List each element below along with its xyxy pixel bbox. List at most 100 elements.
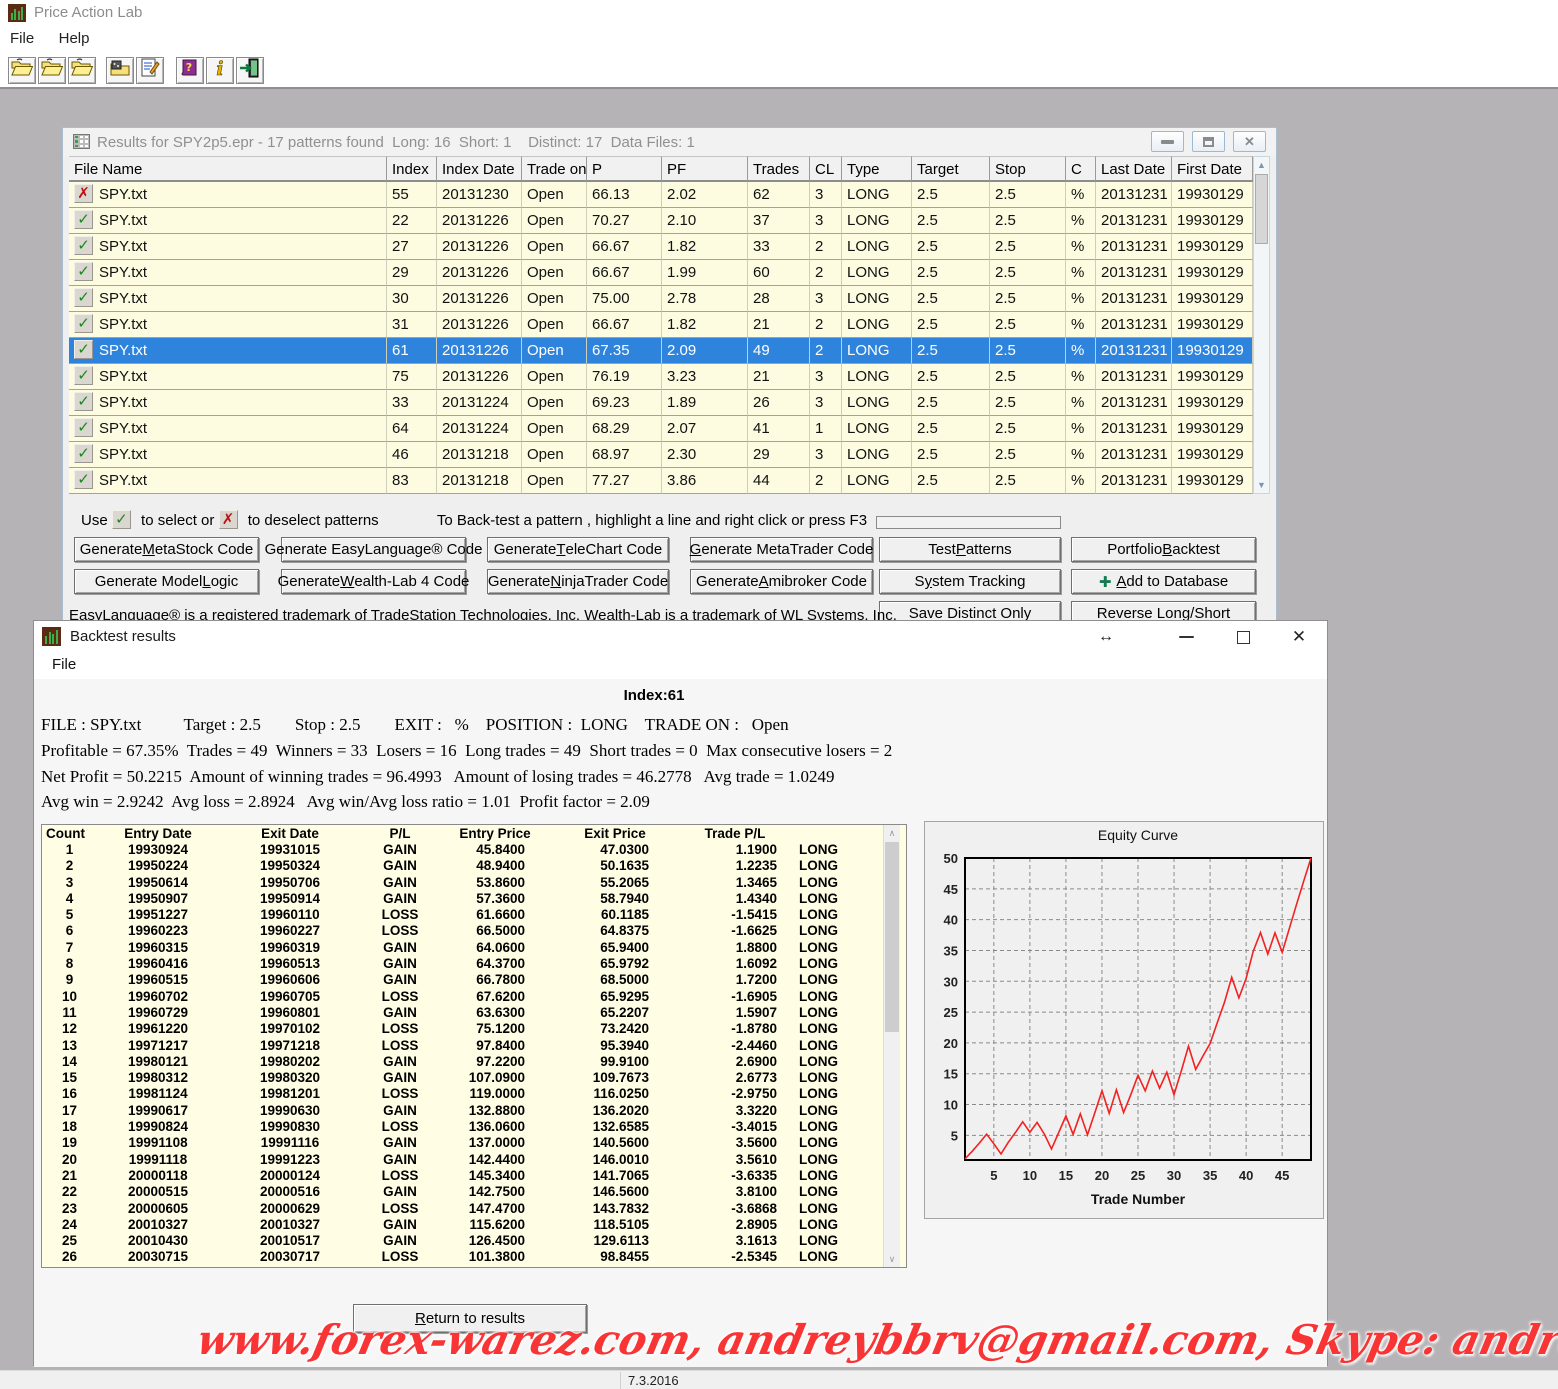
check-icon[interactable]: ✓ bbox=[74, 288, 93, 307]
scroll-down-icon[interactable]: ∨ bbox=[884, 1251, 900, 1267]
trade-row[interactable]: 272003080820030822GAIN103.4100106.62103.… bbox=[42, 1266, 906, 1268]
trade-row[interactable]: 161998112419981201LOSS119.0000116.0250-2… bbox=[42, 1086, 906, 1102]
generate-model-logic-button[interactable]: Generate Model Logic bbox=[74, 569, 259, 594]
backtest-close-button[interactable]: ✕ bbox=[1277, 625, 1321, 649]
toolbar-exit-button[interactable] bbox=[236, 57, 264, 84]
trade-row[interactable]: 141998012119980202GAIN97.220099.91002.69… bbox=[42, 1054, 906, 1070]
check-icon[interactable]: ✓ bbox=[74, 418, 93, 437]
generate-metatrader-code-button[interactable]: Generate MetaTrader Code bbox=[690, 537, 873, 562]
trade-cell: GAIN bbox=[361, 972, 439, 988]
trade-row[interactable]: 151998031219980320GAIN107.0900109.76732.… bbox=[42, 1070, 906, 1086]
table-row[interactable]: ✓SPY.txt2920131226Open66.671.99602LONG2.… bbox=[69, 260, 1270, 286]
table-row[interactable]: ✓SPY.txt8320131218Open77.273.86442LONG2.… bbox=[69, 468, 1270, 494]
results-minimize-button[interactable] bbox=[1151, 131, 1184, 152]
trade-row[interactable]: 252001043020010517GAIN126.4500129.61133.… bbox=[42, 1233, 906, 1249]
trade-row[interactable]: 181999082419990830LOSS136.0600132.6585-3… bbox=[42, 1119, 906, 1135]
generate-easylanguage-code-button[interactable]: Generate EasyLanguage® Code bbox=[281, 537, 466, 562]
check-icon[interactable]: ✓ bbox=[74, 470, 93, 489]
trade-cell: LONG bbox=[791, 1070, 891, 1086]
trade-row[interactable]: 81996041619960513GAIN64.370065.97921.609… bbox=[42, 956, 906, 972]
system-tracking-button[interactable]: System Tracking bbox=[879, 569, 1061, 594]
scrollbar-thumb[interactable] bbox=[1255, 174, 1268, 244]
table-row[interactable]: ✓SPY.txt2220131226Open70.272.10373LONG2.… bbox=[69, 208, 1270, 234]
backtest-titlebar[interactable]: Backtest results ↔ ✕ bbox=[34, 621, 1327, 651]
toolbar-open-file-button[interactable] bbox=[38, 57, 66, 84]
backtest-maximize-button[interactable] bbox=[1221, 625, 1265, 649]
trade-row[interactable]: 222000051520000516GAIN142.7500146.56003.… bbox=[42, 1184, 906, 1200]
scrollbar-thumb[interactable] bbox=[885, 842, 899, 1032]
scroll-down-icon[interactable]: ▼ bbox=[1254, 477, 1269, 493]
trade-row[interactable]: 191999110819991116GAIN137.0000140.56003.… bbox=[42, 1135, 906, 1151]
table-row[interactable]: ✗SPY.txt5520131230Open66.132.02623LONG2.… bbox=[69, 182, 1270, 208]
trade-row[interactable]: 41995090719950914GAIN57.360058.79401.434… bbox=[42, 891, 906, 907]
cell-stop: 2.5 bbox=[990, 286, 1066, 312]
check-icon[interactable]: ✓ bbox=[74, 236, 93, 255]
table-row[interactable]: ✓SPY.txt3020131226Open75.002.78283LONG2.… bbox=[69, 286, 1270, 312]
toolbar-info-button[interactable]: i bbox=[206, 57, 234, 84]
trade-row[interactable]: 131997121719971218LOSS97.840095.3940-2.4… bbox=[42, 1038, 906, 1054]
trades-list-scrollbar[interactable]: ∧ ∨ bbox=[883, 825, 900, 1267]
check-icon[interactable]: ✓ bbox=[74, 262, 93, 281]
trade-row[interactable]: 111996072919960801GAIN63.630065.22071.59… bbox=[42, 1005, 906, 1021]
add-to-database-button[interactable]: ✚Add to Database bbox=[1071, 569, 1256, 594]
trade-row[interactable]: 61996022319960227LOSS66.500064.8375-1.66… bbox=[42, 923, 906, 939]
check-icon[interactable]: ✓ bbox=[74, 444, 93, 463]
resize-horizontal-icon[interactable]: ↔ bbox=[1084, 625, 1128, 649]
generate-wealth-lab-4-code-button[interactable]: Generate Wealth-Lab 4 Code bbox=[281, 569, 466, 594]
table-row[interactable]: ✓SPY.txt7520131226Open76.193.23213LONG2.… bbox=[69, 364, 1270, 390]
cell-trades: 28 bbox=[748, 286, 810, 312]
table-row[interactable]: ✓SPY.txt3120131226Open66.671.82212LONG2.… bbox=[69, 312, 1270, 338]
trade-row[interactable]: 121996122019970102LOSS75.120073.2420-1.8… bbox=[42, 1021, 906, 1037]
portfolio-backtest-button[interactable]: Portfolio Backtest bbox=[1071, 537, 1256, 562]
generate-telechart-code-button[interactable]: Generate TeleChart Code bbox=[487, 537, 669, 562]
trades-list[interactable]: CountEntry DateExit DateP/LEntry PriceEx… bbox=[41, 824, 907, 1268]
trade-row[interactable]: 101996070219960705LOSS67.620065.9295-1.6… bbox=[42, 989, 906, 1005]
trade-row[interactable]: 91996051519960606GAIN66.780068.50001.720… bbox=[42, 972, 906, 988]
toolbar-open-file-button[interactable] bbox=[8, 57, 36, 84]
trade-row[interactable]: 201999111819991223GAIN142.4400146.00103.… bbox=[42, 1152, 906, 1168]
trade-row[interactable]: 262003071520030717LOSS101.380098.8455-2.… bbox=[42, 1249, 906, 1265]
trade-row[interactable]: 11993092419931015GAIN45.840047.03001.190… bbox=[42, 842, 906, 858]
trade-row[interactable]: 21995022419950324GAIN48.940050.16351.223… bbox=[42, 858, 906, 874]
check-icon[interactable]: ✓ bbox=[74, 340, 93, 359]
trade-row[interactable]: 71996031519960319GAIN64.060065.94001.880… bbox=[42, 940, 906, 956]
table-row[interactable]: ✓SPY.txt6120131226Open67.352.09492LONG2.… bbox=[69, 338, 1270, 364]
menu-file[interactable]: File bbox=[0, 26, 44, 51]
cell-pf: 2.30 bbox=[662, 442, 748, 468]
generate-ninjatrader-code-button[interactable]: Generate NinjaTrader Code bbox=[487, 569, 669, 594]
generate-amibroker-code-button[interactable]: Generate Amibroker Code bbox=[690, 569, 873, 594]
scroll-up-icon[interactable]: ▲ bbox=[1254, 157, 1269, 173]
generate-metastock-code-button[interactable]: Generate MetaStock Code bbox=[74, 537, 259, 562]
patterns-table-scrollbar[interactable]: ▲ ▼ bbox=[1253, 156, 1270, 494]
table-row[interactable]: ✓SPY.txt6420131224Open68.292.07411LONG2.… bbox=[69, 416, 1270, 442]
menu-help[interactable]: Help bbox=[49, 26, 100, 51]
check-icon[interactable]: ✓ bbox=[74, 366, 93, 385]
toolbar-open-file-button[interactable] bbox=[68, 57, 96, 84]
backtest-minimize-button[interactable] bbox=[1164, 625, 1208, 649]
results-restore-button[interactable] bbox=[1192, 131, 1225, 152]
check-icon[interactable]: ✓ bbox=[74, 210, 93, 229]
check-icon[interactable]: ✓ bbox=[74, 314, 93, 333]
trade-row[interactable]: 31995061419950706GAIN53.860055.20651.346… bbox=[42, 875, 906, 891]
cross-icon[interactable]: ✗ bbox=[74, 184, 93, 203]
trade-row[interactable]: 51995122719960110LOSS61.660060.1185-1.54… bbox=[42, 907, 906, 923]
cell-trades: 41 bbox=[748, 416, 810, 442]
table-row[interactable]: ✓SPY.txt4620131218Open68.972.30293LONG2.… bbox=[69, 442, 1270, 468]
results-titlebar[interactable]: Results for SPY2p5.epr - 17 patterns fou… bbox=[63, 128, 1276, 156]
toolbar-folder-report-button[interactable] bbox=[106, 57, 134, 84]
test-patterns-button[interactable]: Test Patterns bbox=[879, 537, 1061, 562]
trade-row[interactable]: 171999061719990630GAIN132.8800136.20203.… bbox=[42, 1103, 906, 1119]
cell-c: % bbox=[1066, 442, 1096, 468]
table-row[interactable]: ✓SPY.txt3320131224Open69.231.89263LONG2.… bbox=[69, 390, 1270, 416]
toolbar-help-book-button[interactable]: ? bbox=[176, 57, 204, 84]
toolbar-edit-note-button[interactable] bbox=[136, 57, 164, 84]
backtest-menu-file[interactable]: File bbox=[34, 651, 88, 673]
table-row[interactable]: ✓SPY.txt2720131226Open66.671.82332LONG2.… bbox=[69, 234, 1270, 260]
trade-row[interactable]: 242001032720010327GAIN115.6200118.51052.… bbox=[42, 1217, 906, 1233]
results-close-button[interactable]: ✕ bbox=[1233, 131, 1266, 152]
trade-row[interactable]: 232000060520000629LOSS147.4700143.7832-3… bbox=[42, 1201, 906, 1217]
trade-row[interactable]: 212000011820000124LOSS145.3400141.7065-3… bbox=[42, 1168, 906, 1184]
scroll-up-icon[interactable]: ∧ bbox=[884, 825, 900, 841]
trade-cell: GAIN bbox=[361, 1233, 439, 1249]
check-icon[interactable]: ✓ bbox=[74, 392, 93, 411]
